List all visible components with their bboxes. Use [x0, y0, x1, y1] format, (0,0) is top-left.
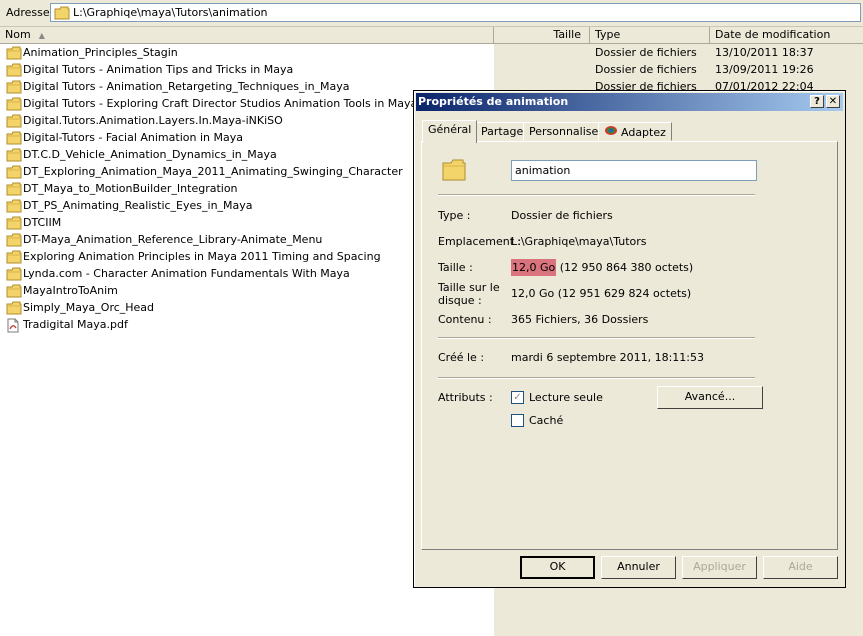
file-name: Lynda.com - Character Animation Fundamen…	[23, 267, 350, 280]
list-item[interactable]: Animation_Principles_Stagin Dossier de fi…	[0, 44, 863, 61]
pdf-file-icon	[6, 318, 20, 336]
size-highlight: 12,0 Go	[511, 259, 557, 276]
general-panel: animation Type : Dossier de fichiers Emp…	[421, 141, 838, 550]
separator	[438, 337, 755, 339]
tab-general[interactable]: Général	[422, 120, 478, 143]
disk-size-label-1: Taille sur le	[438, 281, 500, 294]
location-value: L:\Graphiqe\maya\Tutors	[511, 235, 647, 248]
file-type: Dossier de fichiers	[595, 46, 697, 59]
checkmark-icon: ✓	[513, 392, 522, 403]
folder-name-input[interactable]: animation	[511, 160, 757, 181]
disk-size-label-2: disque :	[438, 294, 482, 307]
file-name: DT.C.D_Vehicle_Animation_Dynamics_in_May…	[23, 148, 277, 161]
column-header-date[interactable]: Date de modification	[710, 27, 863, 43]
column-header-size[interactable]: Taille	[494, 27, 590, 43]
ok-button[interactable]: OK	[520, 556, 595, 579]
file-name: Tradigital Maya.pdf	[23, 318, 128, 331]
file-name: MayaIntroToAnim	[23, 284, 118, 297]
location-label: Emplacement :	[438, 235, 522, 248]
file-name: DT_Exploring_Animation_Maya_2011_Animati…	[23, 165, 403, 178]
properties-dialog: Propriétés de animation ? ✕ Général Part…	[413, 90, 846, 588]
advanced-button[interactable]: Avancé...	[657, 386, 763, 409]
separator	[438, 194, 755, 196]
column-header-type[interactable]: Type	[590, 27, 710, 43]
help-footer-button[interactable]: Aide	[763, 556, 838, 579]
file-name: Simply_Maya_Orc_Head	[23, 301, 155, 314]
type-value: Dossier de fichiers	[511, 209, 613, 222]
address-bar: Adresse L:\Graphiqe\maya\Tutors\animatio…	[0, 0, 863, 27]
column-header-name[interactable]: Nom ▲	[0, 27, 494, 43]
content-value: 365 Fichiers, 36 Dossiers	[511, 313, 649, 326]
readonly-label: Lecture seule	[529, 391, 603, 404]
file-name: DT_PS_Animating_Realistic_Eyes_in_Maya	[23, 199, 253, 212]
attributes-label: Attributs :	[438, 391, 493, 404]
created-value: mardi 6 septembre 2011, 18:11:53	[511, 351, 705, 364]
tab-customize[interactable]: Personnaliser	[523, 122, 609, 141]
type-label: Type :	[438, 209, 471, 222]
file-name: Digital-Tutors - Facial Animation in May…	[23, 131, 243, 144]
tab-sharing[interactable]: Partage	[475, 122, 530, 141]
created-label: Créé le :	[438, 351, 485, 364]
column-header-bar: Nom ▲ Taille Type Date de modification	[0, 27, 863, 44]
file-name: Digital Tutors - Animation_Retargeting_T…	[23, 80, 350, 93]
large-folder-icon	[441, 157, 467, 186]
hidden-label: Caché	[529, 414, 564, 427]
file-name: Digital Tutors - Animation Tips and Tric…	[23, 63, 294, 76]
close-button[interactable]: ✕	[826, 95, 840, 108]
address-input[interactable]: L:\Graphiqe\maya\Tutors\animation	[50, 3, 861, 22]
file-type: Dossier de fichiers	[595, 63, 697, 76]
sort-ascending-icon: ▲	[38, 31, 45, 40]
separator	[438, 377, 755, 379]
address-label: Adresse	[6, 6, 50, 19]
file-date: 13/10/2011 18:37	[715, 46, 814, 59]
file-name: DT_Maya_to_MotionBuilder_Integration	[23, 182, 238, 195]
file-name: Digital.Tutors.Animation.Layers.In.Maya-…	[23, 114, 283, 127]
cancel-button[interactable]: Annuler	[601, 556, 676, 579]
readonly-checkbox[interactable]: ✓	[511, 391, 524, 404]
file-name: DTCIIM	[23, 216, 62, 229]
file-name: Animation_Principles_Stagin	[23, 46, 178, 59]
apply-button[interactable]: Appliquer	[682, 556, 757, 579]
address-path: L:\Graphiqe\maya\Tutors\animation	[73, 6, 268, 19]
content-label: Contenu :	[438, 313, 492, 326]
dialog-titlebar[interactable]: Propriétés de animation ? ✕	[416, 93, 843, 111]
dialog-title: Propriétés de animation	[418, 95, 569, 108]
size-label: Taille :	[438, 261, 473, 274]
hidden-checkbox[interactable]	[511, 414, 524, 427]
colorful-star-icon	[604, 125, 618, 139]
file-date: 13/09/2011 19:26	[715, 63, 814, 76]
help-button[interactable]: ?	[810, 95, 824, 108]
file-name: Exploring Animation Principles in Maya 2…	[23, 250, 381, 263]
tab-adaptez[interactable]: Adaptez	[598, 122, 672, 141]
size-value: 12,0 Go (12 950 864 380 octets)	[511, 259, 694, 276]
file-name: DT-Maya_Animation_Reference_Library-Anim…	[23, 233, 323, 246]
disk-size-value: 12,0 Go (12 951 629 824 octets)	[511, 287, 692, 300]
folder-icon	[54, 6, 70, 23]
file-name: Digital Tutors - Exploring Craft Directo…	[23, 97, 474, 110]
list-item[interactable]: Digital Tutors - Animation Tips and Tric…	[0, 61, 863, 78]
